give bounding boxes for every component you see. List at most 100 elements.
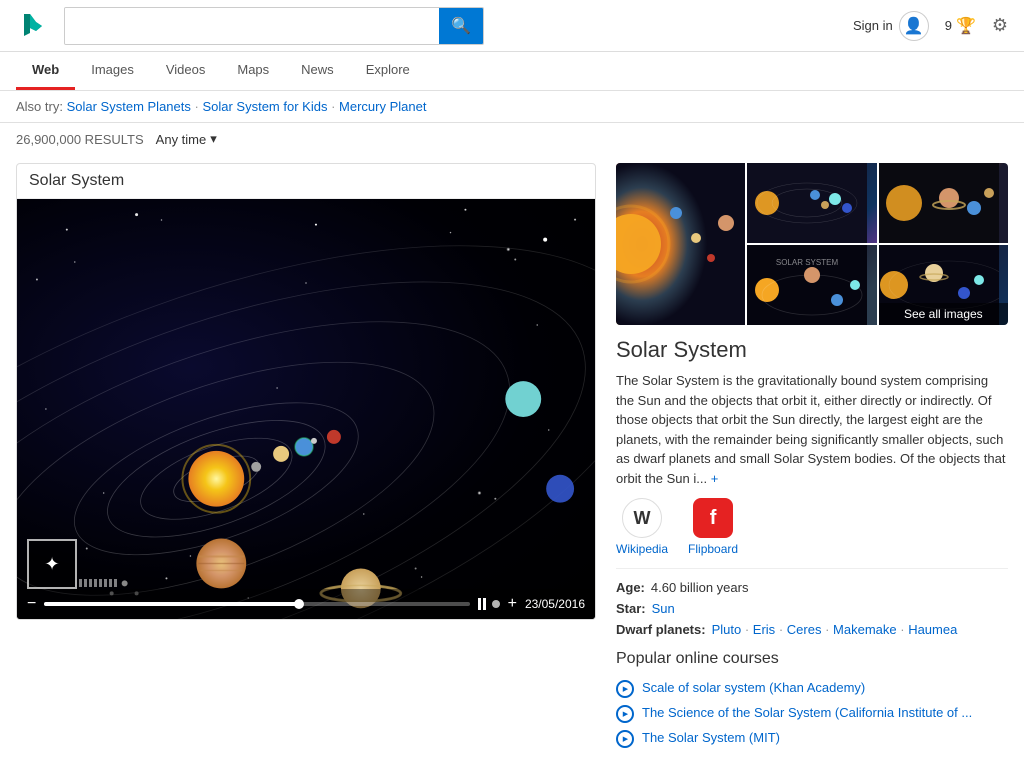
- pause-button[interactable]: [478, 598, 486, 610]
- fact-dwarf-planets: Dwarf planets: Pluto · Eris · Ceres · Ma…: [616, 619, 1008, 640]
- solar-system-visualization[interactable]: ✦ −: [17, 199, 595, 619]
- dp-sep-3: ·: [825, 622, 833, 637]
- header: solar system 🔍 Sign in 👤 9 🏆 ⚙: [0, 0, 1024, 52]
- dp-sep-1: ·: [745, 622, 753, 637]
- tab-explore[interactable]: Explore: [350, 52, 426, 90]
- header-right: Sign in 👤 9 🏆 ⚙: [853, 11, 1008, 41]
- image-cell-bottom-right[interactable]: See all images: [879, 245, 1008, 325]
- sign-in-button[interactable]: Sign in 👤: [853, 11, 929, 41]
- courses-section-title: Popular online courses: [616, 650, 1008, 668]
- flipboard-label: Flipboard: [688, 542, 738, 556]
- time-filter-label: Any time: [156, 132, 207, 147]
- solar-canvas: [17, 199, 595, 619]
- left-column: Solar System: [16, 163, 596, 751]
- image-cell-large[interactable]: [616, 163, 745, 325]
- progress-thumb: [294, 599, 304, 609]
- image-cell-top-right[interactable]: [747, 163, 876, 243]
- fact-age-label: Age:: [616, 580, 645, 595]
- chevron-down-icon: ▾: [210, 131, 217, 147]
- controls-left: −: [27, 595, 36, 613]
- see-all-images-overlay[interactable]: See all images: [879, 303, 1008, 325]
- solar-card-title: Solar System: [17, 164, 595, 199]
- rewards-count: 9: [945, 18, 952, 33]
- bing-logo[interactable]: [16, 8, 52, 44]
- date-label: 23/05/2016: [525, 597, 585, 611]
- search-bar: solar system 🔍: [64, 7, 484, 45]
- courses-section: Popular online courses Scale of solar sy…: [616, 650, 1008, 751]
- flipboard-link[interactable]: f Flipboard: [688, 498, 738, 556]
- facts-list: Age: 4.60 billion years Star: Sun Dwarf …: [616, 568, 1008, 640]
- playback-controls: [478, 598, 500, 610]
- dp-sep-4: ·: [900, 622, 908, 637]
- progress-fill: [44, 602, 299, 606]
- zoom-minus-button[interactable]: −: [27, 595, 36, 613]
- fact-age-value: 4.60 billion years: [651, 580, 749, 595]
- description-more-link[interactable]: +: [711, 471, 719, 486]
- settings-icon[interactable]: ⚙: [992, 15, 1008, 36]
- also-try-label: Also try:: [16, 99, 63, 114]
- course-link-2[interactable]: The Science of the Solar System (Califor…: [642, 704, 972, 722]
- fact-dwarf-planets-label: Dwarf planets:: [616, 622, 706, 637]
- also-try-link-kids[interactable]: Solar System for Kids: [202, 99, 327, 114]
- fact-star-value: Sun: [652, 601, 675, 616]
- fact-dwarf-planets-values: Pluto · Eris · Ceres · Makemake · Haumea: [712, 622, 958, 637]
- wikipedia-label: Wikipedia: [616, 542, 668, 556]
- pluto-link[interactable]: Pluto: [712, 622, 742, 637]
- video-controls-bar: −: [17, 589, 595, 619]
- course-play-icon-1: [616, 680, 634, 698]
- image-cell-bottom-left[interactable]: SOLAR SYSTEM: [747, 245, 876, 325]
- course-link-1[interactable]: Scale of solar system (Khan Academy): [642, 679, 865, 697]
- makemake-link[interactable]: Makemake: [833, 622, 897, 637]
- images-grid: SOLAR SYSTEM: [616, 163, 1008, 325]
- also-try-link-planets[interactable]: Solar System Planets: [67, 99, 191, 114]
- knowledge-panel-description: The Solar System is the gravitationally …: [616, 371, 1008, 488]
- course-item-1: Scale of solar system (Khan Academy): [616, 676, 1008, 701]
- dp-sep-2: ·: [779, 622, 787, 637]
- solar-thumbnail[interactable]: ✦: [27, 539, 77, 589]
- rewards-trophy-icon: 🏆: [956, 16, 976, 36]
- eris-link[interactable]: Eris: [753, 622, 775, 637]
- progress-bar[interactable]: [44, 602, 469, 606]
- zoom-plus-button[interactable]: +: [508, 595, 517, 613]
- tab-images[interactable]: Images: [75, 52, 150, 90]
- search-button[interactable]: 🔍: [439, 8, 483, 44]
- fact-age: Age: 4.60 billion years: [616, 577, 1008, 598]
- tab-videos[interactable]: Videos: [150, 52, 222, 90]
- solar-system-card: Solar System: [16, 163, 596, 620]
- ceres-link[interactable]: Ceres: [787, 622, 822, 637]
- course-item-3: The Solar System (MIT): [616, 726, 1008, 751]
- wikipedia-link[interactable]: W Wikipedia: [616, 498, 668, 556]
- right-column: SOLAR SYSTEM: [616, 163, 1008, 751]
- tick-marks: [79, 579, 117, 587]
- source-links: W Wikipedia f Flipboard: [616, 498, 1008, 556]
- sun-link[interactable]: Sun: [652, 601, 675, 616]
- haumea-link[interactable]: Haumea: [908, 622, 957, 637]
- tab-web[interactable]: Web: [16, 52, 75, 90]
- record-indicator: [492, 600, 500, 608]
- also-try-link-mercury[interactable]: Mercury Planet: [339, 99, 426, 114]
- thumbnail-star-icon: ✦: [44, 554, 59, 575]
- nav-tabs: Web Images Videos Maps News Explore: [0, 52, 1024, 91]
- wikipedia-icon: W: [622, 498, 662, 538]
- search-input[interactable]: solar system: [65, 8, 439, 44]
- user-avatar-icon: 👤: [899, 11, 929, 41]
- sign-in-label: Sign in: [853, 18, 893, 33]
- search-icon: 🔍: [451, 16, 471, 36]
- planets-svg: [17, 199, 595, 619]
- results-count: 26,900,000 RESULTS: [16, 132, 144, 147]
- main-content: Solar System: [0, 155, 1024, 759]
- results-info-bar: 26,900,000 RESULTS Any time ▾: [0, 123, 1024, 155]
- course-item-2: The Science of the Solar System (Califor…: [616, 701, 1008, 726]
- tab-news[interactable]: News: [285, 52, 350, 90]
- separator-2: ·: [331, 99, 339, 114]
- image-cell-middle-right[interactable]: [879, 163, 1008, 243]
- tab-maps[interactable]: Maps: [221, 52, 285, 90]
- course-play-icon-3: [616, 730, 634, 748]
- course-link-3[interactable]: The Solar System (MIT): [642, 729, 780, 747]
- time-filter-dropdown[interactable]: Any time ▾: [156, 131, 217, 147]
- course-play-icon-2: [616, 705, 634, 723]
- flipboard-icon: f: [693, 498, 733, 538]
- rewards-badge[interactable]: 9 🏆: [945, 16, 976, 36]
- fact-star: Star: Sun: [616, 598, 1008, 619]
- svg-text:SOLAR SYSTEM: SOLAR SYSTEM: [776, 258, 839, 267]
